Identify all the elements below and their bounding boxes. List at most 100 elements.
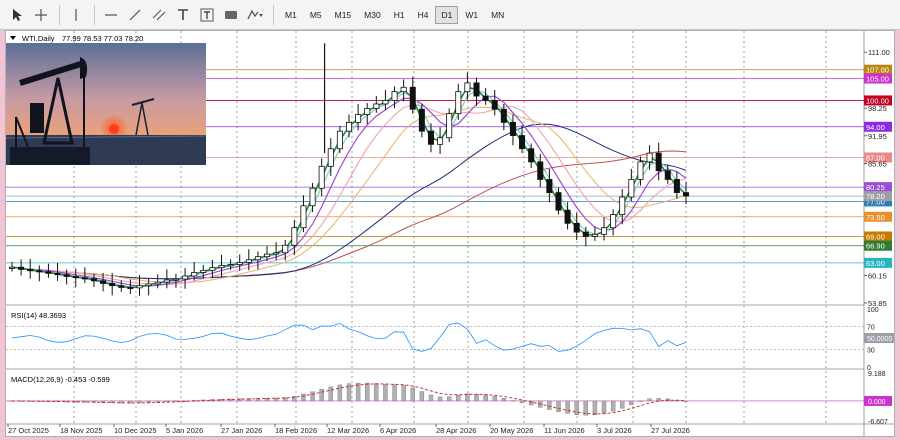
horizontal-line-icon[interactable] [100,4,122,26]
chart-menu-arrow-icon[interactable] [10,36,16,40]
candle[interactable] [345,114,352,138]
rsi-pane: 1007050.0000300 [6,307,894,372]
timeframe-mn[interactable]: MN [485,6,510,24]
timeframe-m15[interactable]: M15 [329,6,358,24]
candle[interactable] [100,272,107,292]
candle[interactable] [336,125,343,154]
candle-body [72,276,79,279]
candle[interactable] [528,143,535,169]
timeframe-w1[interactable]: W1 [459,6,484,24]
macd-bar [392,384,397,402]
candle[interactable] [36,265,43,282]
time-label: 10 Dec 2025 [114,426,157,435]
shapes-icon[interactable] [244,4,266,26]
rsi-line [11,322,687,352]
macd-bar [301,393,306,402]
candle-body [291,227,298,246]
candle-body [500,108,507,123]
candle[interactable] [446,108,453,143]
candle[interactable] [236,254,243,271]
candle-body [145,283,152,287]
candle[interactable] [455,83,462,120]
cursor-icon[interactable] [6,4,28,26]
candle[interactable] [610,209,617,236]
toolbar-separator [94,4,95,25]
rsi-tick-label: 70 [867,324,875,331]
timeframe-h1[interactable]: H1 [388,6,411,24]
rectangle-icon[interactable] [220,4,242,26]
chart-area[interactable]: 107.00 105.00 100.00 94.00 87.00 80.25 77.00 73… [5,30,895,437]
macd-bar [592,400,598,415]
timeframe-h4[interactable]: H4 [412,6,435,24]
candle[interactable] [118,280,125,292]
text-icon[interactable] [172,4,194,26]
candle-body [446,113,453,139]
candle[interactable] [509,114,516,146]
candle-body [464,82,471,93]
candle-body [619,196,626,215]
candle-body [601,227,608,235]
candle-body [300,205,307,229]
candle[interactable] [154,274,161,289]
macd-bar [310,391,315,402]
macd-bar [437,396,443,402]
candle[interactable] [291,219,298,255]
candle-body [200,269,207,273]
candle[interactable] [409,76,416,114]
candle-body [509,121,516,136]
candle-body [683,192,690,197]
price-axis: 111.00 98.25 91.95 85.65 60.15 53.85 [864,48,890,308]
timeframe-d1[interactable]: D1 [435,5,459,24]
candle[interactable] [482,88,489,105]
ohlc-readout: 77.99 78.53 77.03 78.20 [62,34,143,43]
candle[interactable] [300,195,307,233]
candle[interactable] [418,103,425,138]
macd-label: MACD(12,26,9) -0.453 -0.599 [11,375,110,384]
current-price-text: 78.20 [866,192,885,201]
macd-bar [620,400,625,409]
candle[interactable] [628,168,635,202]
candle[interactable] [673,171,680,199]
candle[interactable] [491,89,498,116]
candle[interactable] [646,145,653,170]
candle[interactable] [81,267,88,284]
candle-body [327,148,334,167]
candle[interactable] [437,127,444,154]
candle[interactable] [355,103,362,131]
candle-body [382,100,389,105]
candle-body [63,274,70,277]
macd-bar [610,400,616,412]
level-tag-text: 105.00 [866,75,889,84]
candle[interactable] [537,153,544,188]
candle[interactable] [601,217,608,241]
macd-bar [374,383,379,402]
time-label: 12 Mar 2026 [327,426,369,435]
timeframe-m30[interactable]: M30 [358,6,387,24]
candle[interactable] [664,165,671,184]
candle-body [491,100,498,110]
trading-terminal-window: M1 M5 M15 M30 H1 H4 D1 W1 MN 107.00 105.0… [0,0,900,440]
candle-body [628,179,635,198]
candle-body [172,278,179,281]
timeframe-m1[interactable]: M1 [279,6,303,24]
trendline-icon[interactable] [124,4,146,26]
macd-bar [565,400,570,414]
candle[interactable] [427,123,434,153]
macd-bar [319,389,324,402]
crosshair-icon[interactable] [30,4,52,26]
candle[interactable] [182,268,189,289]
timeframe-m5[interactable]: M5 [304,6,328,24]
time-label: 6 Apr 2026 [380,426,416,435]
candle-body [345,121,352,132]
macd-bar [355,382,361,402]
candle-body [546,179,553,194]
candle[interactable] [519,125,526,154]
candle[interactable] [683,182,690,205]
candle[interactable] [364,103,371,125]
candle[interactable] [473,77,480,106]
candle[interactable] [18,259,25,276]
text-label-icon[interactable] [196,4,218,26]
rsi-tick-label: 30 [867,348,875,355]
vertical-line-icon[interactable] [65,4,87,26]
channel-icon[interactable] [148,4,170,26]
